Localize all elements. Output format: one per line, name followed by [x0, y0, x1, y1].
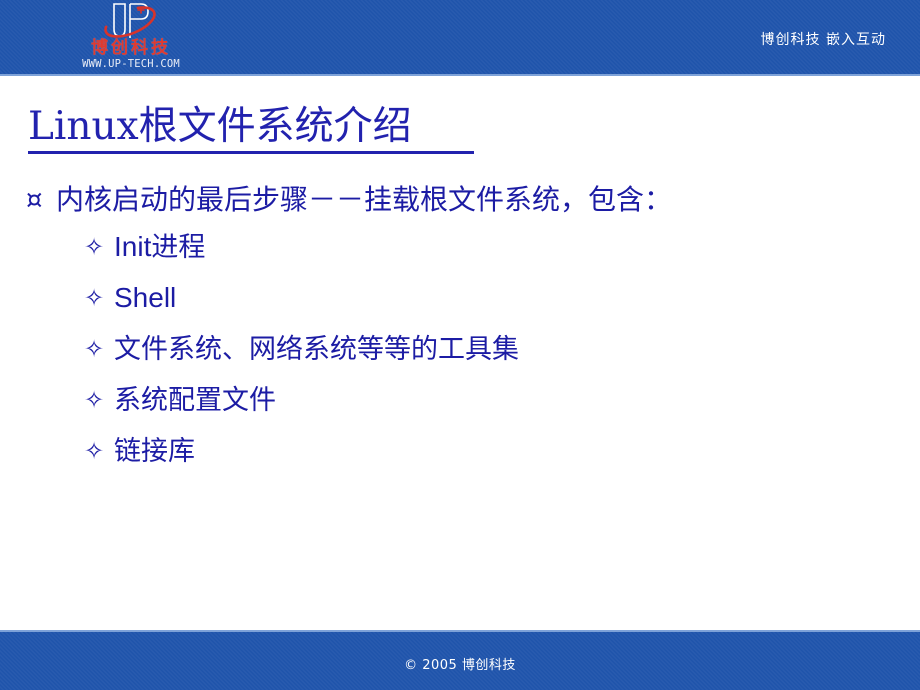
page-title: Linux根文件系统介绍	[28, 104, 412, 149]
slide-footer-band: © 2005 博创科技	[0, 630, 920, 690]
sub-bullet-item: ✧ 文件系统、网络系统等等的工具集	[84, 324, 920, 375]
sub-bullet-text: 系统配置文件	[114, 385, 276, 416]
diamond-star-bullet-icon: ✧	[84, 284, 105, 312]
square-bullet-icon: ¤	[26, 185, 43, 215]
footer-copyright: © 2005 博创科技	[404, 658, 516, 673]
diamond-star-bullet-icon: ✧	[84, 437, 105, 465]
up-tech-logo-icon	[94, 1, 166, 41]
diamond-star-bullet-icon: ✧	[84, 386, 105, 414]
bullet-item: ¤ 内核启动的最后步骤－－挂载根文件系统，包含：	[26, 178, 920, 222]
logo-website-url: WWW.UP-TECH.COM	[82, 58, 180, 70]
sub-bullet-text: 文件系统、网络系统等等的工具集	[114, 334, 519, 365]
diamond-star-bullet-icon: ✧	[84, 335, 105, 363]
logo-company-name: 博创科技	[91, 38, 171, 58]
bullet-text: 内核启动的最后步骤－－挂载根文件系统，包含：	[56, 183, 673, 216]
sub-bullet-latin: Init	[114, 231, 152, 262]
header-tagline: 博创科技 嵌入互动	[760, 32, 886, 48]
company-logo: 博创科技 WWW.UP-TECH.COM	[66, 0, 196, 76]
title-underline	[28, 151, 474, 154]
sub-bullet-text: 链接库	[114, 436, 195, 467]
sub-bullet-item: ✧ Shell	[84, 273, 920, 324]
slide-header-band: 博创科技 WWW.UP-TECH.COM 博创科技 嵌入互动	[0, 0, 920, 76]
sub-bullet-item: ✧ 系统配置文件	[84, 375, 920, 426]
sub-bullet-text: 进程	[151, 232, 206, 263]
sub-bullet-latin: Shell	[114, 282, 177, 313]
sub-bullet-item: ✧ 链接库	[84, 426, 920, 477]
diamond-star-bullet-icon: ✧	[84, 233, 105, 261]
presentation-slide: 博创科技 WWW.UP-TECH.COM 博创科技 嵌入互动 Linux根文件系…	[0, 0, 920, 690]
sub-bullet-item: ✧ Init进程	[84, 222, 920, 273]
slide-content: ¤ 内核启动的最后步骤－－挂载根文件系统，包含： ✧ Init进程 ✧ Shel…	[0, 178, 920, 477]
